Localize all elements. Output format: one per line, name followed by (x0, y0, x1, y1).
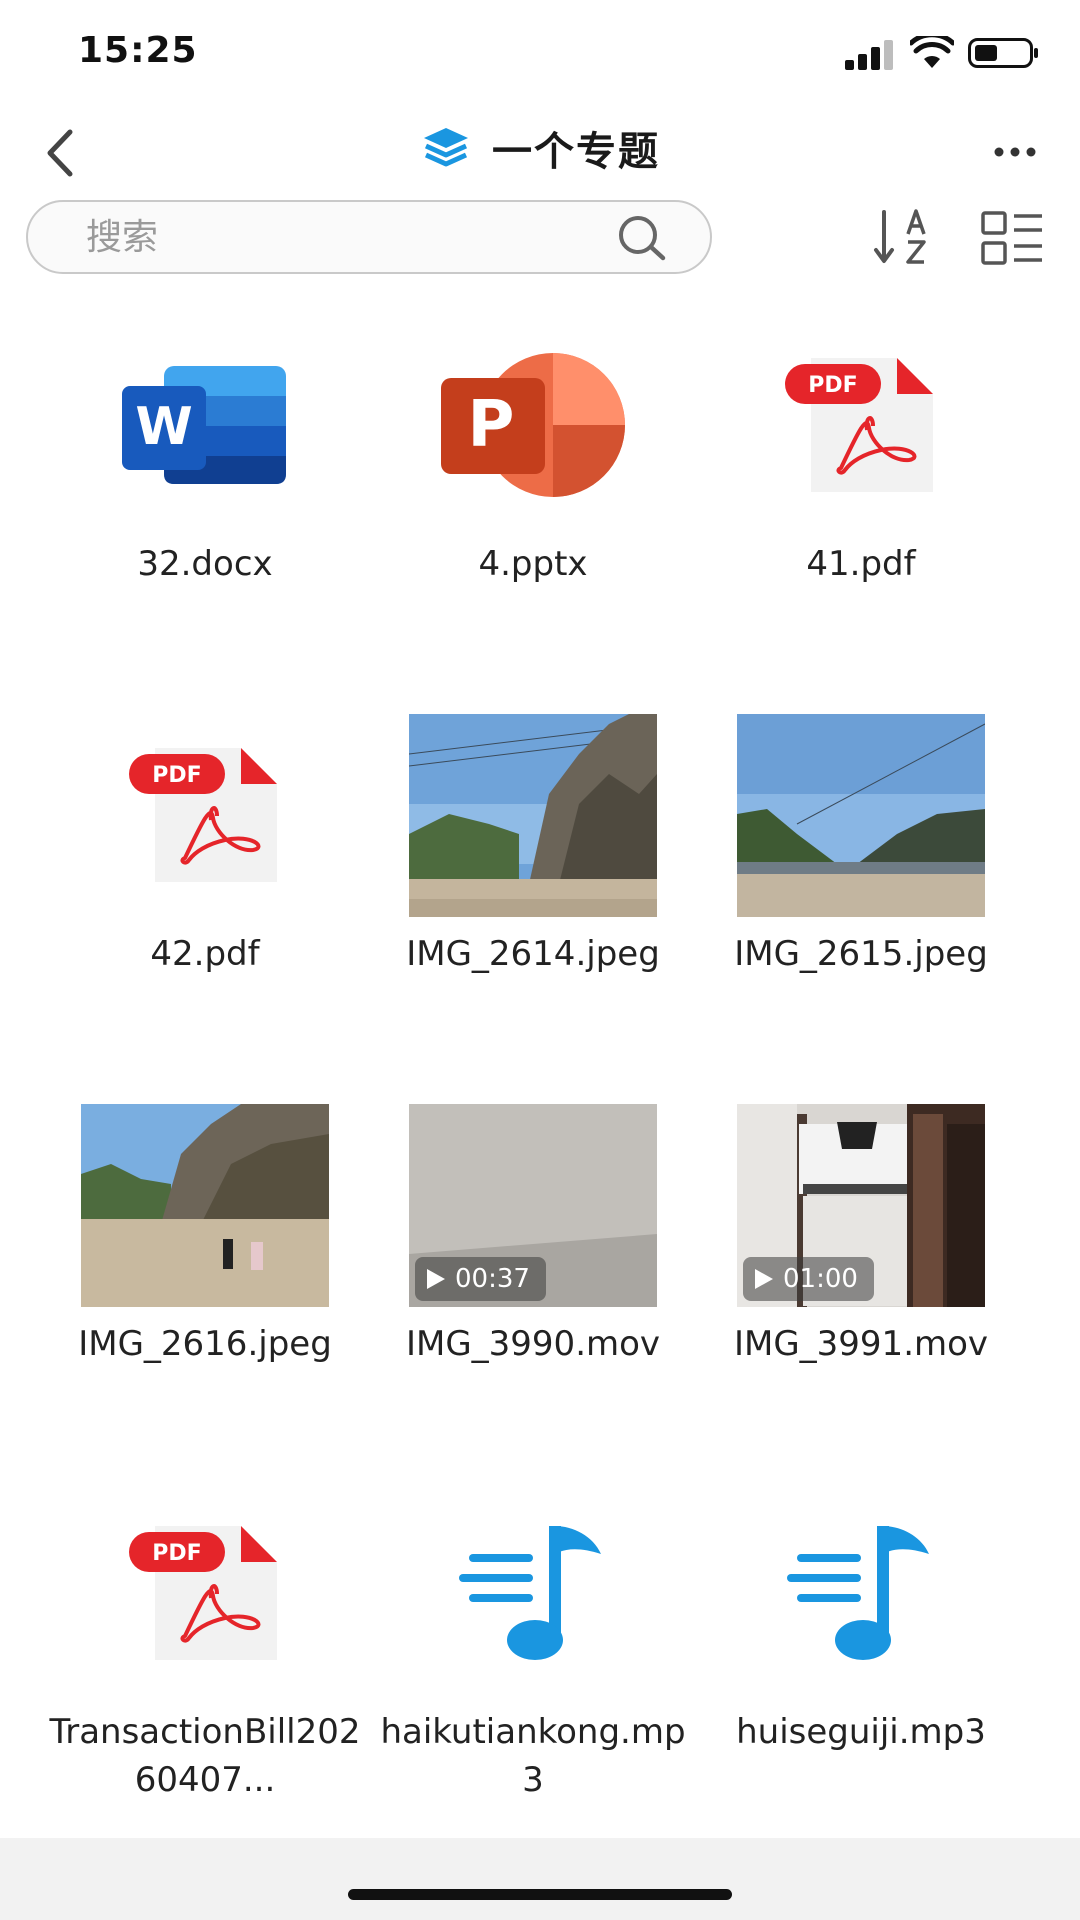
video-duration: 01:00 (783, 1263, 858, 1294)
file-item[interactable]: 00:37 IMG_3990.mov (368, 1103, 698, 1490)
file-name: haikutiankong.mp3 (380, 1712, 686, 1800)
file-name: huiseguiji.mp3 (736, 1712, 986, 1752)
file-thumbnail: PDF (696, 330, 1026, 520)
status-bar: 15:25 (0, 0, 1080, 108)
sort-az-icon[interactable] (872, 206, 938, 268)
file-thumbnail (696, 713, 1026, 917)
play-icon (755, 1268, 773, 1289)
pdf-badge: PDF (808, 373, 857, 398)
pdf-file-icon: PDF (129, 748, 277, 882)
powerpoint-file-icon: P (441, 353, 625, 497)
ppt-letter: P (468, 388, 515, 462)
file-name: IMG_3991.mov (733, 1324, 989, 1364)
file-thumbnail: 00:37 (368, 1103, 698, 1307)
page-title: 一个专题 (492, 129, 660, 175)
play-icon (427, 1268, 445, 1289)
chevron-left-icon (47, 129, 73, 177)
file-name: IMG_2615.jpeg (734, 934, 988, 974)
file-item[interactable]: IMG_2615.jpeg (696, 713, 1026, 1100)
word-letter: W (135, 397, 192, 457)
pdf-file-icon: PDF (129, 1526, 277, 1660)
file-item[interactable]: 01:00 IMG_3991.mov (696, 1103, 1026, 1490)
file-item[interactable]: IMG_2616.jpeg (40, 1103, 370, 1490)
file-name: TransactionBill20260407... (49, 1712, 361, 1800)
file-thumbnail: 01:00 (696, 1103, 1026, 1307)
file-thumbnail (368, 1498, 698, 1688)
search-icon[interactable] (616, 214, 668, 262)
file-item[interactable]: P 4.pptx (368, 330, 698, 710)
image-thumbnail (737, 713, 985, 917)
file-thumbnail (368, 713, 698, 917)
search-box[interactable] (26, 200, 712, 274)
file-item[interactable]: W 32.docx (40, 330, 370, 710)
file-item[interactable]: huiseguiji.mp3 (696, 1498, 1026, 1878)
video-duration-badge: 00:37 (415, 1256, 546, 1301)
file-item[interactable]: PDF 42.pdf (40, 720, 370, 1100)
home-indicator[interactable] (348, 1889, 732, 1900)
more-horizontal-icon (994, 147, 1036, 157)
file-thumbnail: PDF (40, 1498, 370, 1688)
file-name: 4.pptx (478, 544, 588, 584)
layers-icon (424, 128, 468, 167)
signal-icon (845, 40, 893, 70)
file-name: 41.pdf (806, 544, 916, 584)
pdf-file-icon: PDF (785, 358, 933, 492)
list-view-icon[interactable] (980, 210, 1044, 266)
file-name: IMG_2614.jpeg (406, 934, 660, 974)
file-thumbnail: W (40, 330, 370, 520)
file-thumbnail (40, 1103, 370, 1307)
file-thumbnail: PDF (40, 720, 370, 910)
video-duration: 00:37 (455, 1263, 530, 1294)
image-thumbnail (409, 713, 657, 917)
more-button[interactable] (980, 122, 1050, 182)
file-name: 32.docx (137, 544, 273, 584)
file-item[interactable]: IMG_2614.jpeg (368, 713, 698, 1100)
image-thumbnail (81, 1103, 329, 1307)
title-group: 一个专题 (0, 108, 1080, 188)
file-thumbnail (696, 1498, 1026, 1688)
file-name: IMG_2616.jpeg (78, 1324, 332, 1364)
battery-icon (968, 38, 1038, 68)
file-thumbnail: P (368, 330, 698, 520)
back-button[interactable] (30, 118, 90, 188)
file-item[interactable]: haikutiankong.mp3 (368, 1498, 698, 1878)
video-duration-badge: 01:00 (743, 1256, 874, 1301)
music-note-icon (459, 1526, 601, 1660)
bottom-bar (0, 1838, 1080, 1920)
video-thumbnail: 00:37 (409, 1103, 657, 1307)
file-item[interactable]: PDF TransactionBill20260407... (40, 1498, 370, 1878)
status-time: 15:25 (78, 30, 198, 71)
pdf-badge: PDF (152, 763, 201, 788)
pdf-badge: PDF (152, 1541, 201, 1566)
music-note-icon (787, 1526, 929, 1660)
video-thumbnail: 01:00 (737, 1103, 985, 1307)
search-input[interactable] (86, 202, 606, 272)
nav-bar: 一个专题 (0, 108, 1080, 204)
word-file-icon: W (122, 366, 286, 484)
file-name: IMG_3990.mov (405, 1324, 661, 1364)
file-name: 42.pdf (150, 934, 260, 974)
wifi-icon (910, 36, 954, 68)
file-item[interactable]: PDF 41.pdf (696, 330, 1026, 710)
